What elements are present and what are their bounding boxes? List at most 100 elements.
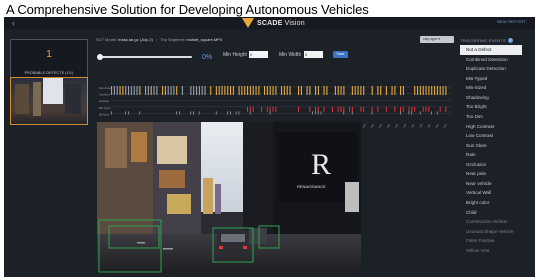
timeline-tick[interactable] xyxy=(354,86,356,95)
triggering-event-item[interactable]: Near pole xyxy=(460,169,522,179)
timeline-tick[interactable] xyxy=(272,86,274,95)
timeline-defect-mark[interactable] xyxy=(317,106,319,112)
timeline-tick[interactable] xyxy=(130,86,132,95)
timeline-tick[interactable] xyxy=(139,86,141,95)
video-frame[interactable]: R RENAISSANCE xyxy=(97,122,361,274)
triggering-event-item[interactable]: Low Contrast xyxy=(460,131,522,141)
triggering-event-item[interactable]: False Positive xyxy=(460,236,522,246)
timeline-tick[interactable] xyxy=(221,86,223,95)
timeline-defect-mark[interactable] xyxy=(385,106,387,112)
timeline-defect-mark[interactable] xyxy=(261,106,263,112)
timeline-tick[interactable] xyxy=(323,86,325,95)
timeline-tick[interactable] xyxy=(122,86,124,95)
timeline-tick[interactable] xyxy=(425,86,427,95)
timeline-defect-mark[interactable] xyxy=(343,106,345,112)
timeline-defect-mark[interactable] xyxy=(337,106,339,112)
timeline-tick[interactable] xyxy=(269,111,271,115)
timeline-tick[interactable] xyxy=(417,86,419,95)
triggering-event-item[interactable]: Not a Defect xyxy=(460,45,522,55)
timeline-tick[interactable] xyxy=(428,86,430,95)
timeline-defect-mark[interactable] xyxy=(249,106,251,112)
timeline-tick[interactable] xyxy=(201,86,203,95)
timeline-defect-mark[interactable] xyxy=(269,106,271,112)
timeline-tick[interactable] xyxy=(391,86,393,95)
triggering-event-item[interactable]: Combined Detection xyxy=(460,55,522,65)
timeline-tick[interactable] xyxy=(247,86,249,95)
timeline-tick[interactable] xyxy=(360,86,362,95)
timeline-tick[interactable] xyxy=(394,86,396,95)
timeline-tick[interactable] xyxy=(224,86,226,95)
timeline-tick[interactable] xyxy=(173,86,175,95)
timeline-tick[interactable] xyxy=(119,86,121,95)
timeline-tick[interactable] xyxy=(179,111,180,115)
timeline-tick[interactable] xyxy=(400,111,401,115)
timeline-tick[interactable] xyxy=(436,86,438,95)
timeline-tick[interactable] xyxy=(414,86,416,95)
timeline-tick[interactable] xyxy=(227,111,228,115)
timeline-tick[interactable] xyxy=(340,86,342,95)
timeline-tick[interactable] xyxy=(181,86,183,95)
timeline-tick[interactable] xyxy=(363,86,365,95)
timeline-tick[interactable] xyxy=(317,111,319,115)
timeline-tick[interactable] xyxy=(153,86,155,95)
triggering-event-item[interactable]: Yellow Vest xyxy=(460,246,522,256)
timeline-tick[interactable] xyxy=(309,86,311,95)
triggering-event-item[interactable]: Duplicate Detection xyxy=(460,64,522,74)
timeline-tick[interactable] xyxy=(312,111,313,115)
timeline-tick[interactable] xyxy=(343,86,345,95)
timeline-tick[interactable] xyxy=(230,111,231,115)
triggering-event-item[interactable]: Vertical Wall xyxy=(460,188,522,198)
timeline-tick[interactable] xyxy=(434,86,436,95)
timeline-defect-mark[interactable] xyxy=(445,106,447,112)
timeline-tick[interactable] xyxy=(337,86,339,95)
timeline-tick[interactable] xyxy=(442,86,444,95)
triggering-event-item[interactable]: Mis-Typed xyxy=(460,74,522,84)
timeline-tick[interactable] xyxy=(125,111,126,115)
save-button[interactable]: Save xyxy=(333,51,348,58)
timeline-tick[interactable] xyxy=(204,86,206,95)
frame-thumbnail[interactable] xyxy=(10,77,88,125)
timeline-tick[interactable] xyxy=(190,86,192,95)
timeline-tick[interactable] xyxy=(230,86,232,95)
timeline-tick[interactable] xyxy=(351,86,353,95)
timeline-tick[interactable] xyxy=(215,86,217,95)
triggering-event-item[interactable]: Child xyxy=(460,208,522,218)
timeline-defect-mark[interactable] xyxy=(400,106,401,112)
timeline-tick[interactable] xyxy=(128,111,129,115)
triggering-event-item[interactable]: Mis-Sized xyxy=(460,83,522,93)
timeline-defect-mark[interactable] xyxy=(272,106,274,112)
timeline-tick[interactable] xyxy=(164,86,166,95)
timeline-defect-mark[interactable] xyxy=(377,106,379,112)
timeline-defect-mark[interactable] xyxy=(411,106,413,112)
timeline-tick[interactable] xyxy=(156,86,158,95)
timeline-tick[interactable] xyxy=(281,86,283,95)
timeline-tick[interactable] xyxy=(252,86,254,95)
timeline-tick[interactable] xyxy=(326,86,328,95)
timeline-defect-mark[interactable] xyxy=(247,106,248,112)
triggering-event-item[interactable]: Sun Glare xyxy=(460,141,522,151)
timeline-tick[interactable] xyxy=(190,111,192,115)
min-width-input[interactable]: 0 xyxy=(304,51,323,58)
timeline-tick[interactable] xyxy=(238,111,240,115)
timeline-tick[interactable] xyxy=(408,111,410,115)
timeline-tick[interactable] xyxy=(315,86,317,95)
timeline-tick[interactable] xyxy=(133,86,135,95)
timeline-tick[interactable] xyxy=(235,111,237,115)
timeline-tick[interactable] xyxy=(334,86,336,95)
back-arrow-icon[interactable]: ‹ xyxy=(12,17,15,29)
timeline-tick[interactable] xyxy=(419,111,421,115)
timeline-tick[interactable] xyxy=(116,86,118,95)
timeline-tick[interactable] xyxy=(198,86,200,95)
timeline-tick[interactable] xyxy=(298,86,300,95)
timeline-tick[interactable] xyxy=(258,86,260,95)
timeline-tick[interactable] xyxy=(238,86,240,95)
timeline-tick[interactable] xyxy=(176,86,178,95)
timeline-tick[interactable] xyxy=(283,86,285,95)
timeline-tick[interactable] xyxy=(111,86,113,95)
timeline-tick[interactable] xyxy=(145,86,147,95)
timeline-defect-mark[interactable] xyxy=(351,106,353,112)
timeline-defect-mark[interactable] xyxy=(425,106,427,112)
timeline-defect-mark[interactable] xyxy=(371,106,373,112)
timeline-tick[interactable] xyxy=(227,86,229,95)
timeline-defect-mark[interactable] xyxy=(394,106,396,112)
